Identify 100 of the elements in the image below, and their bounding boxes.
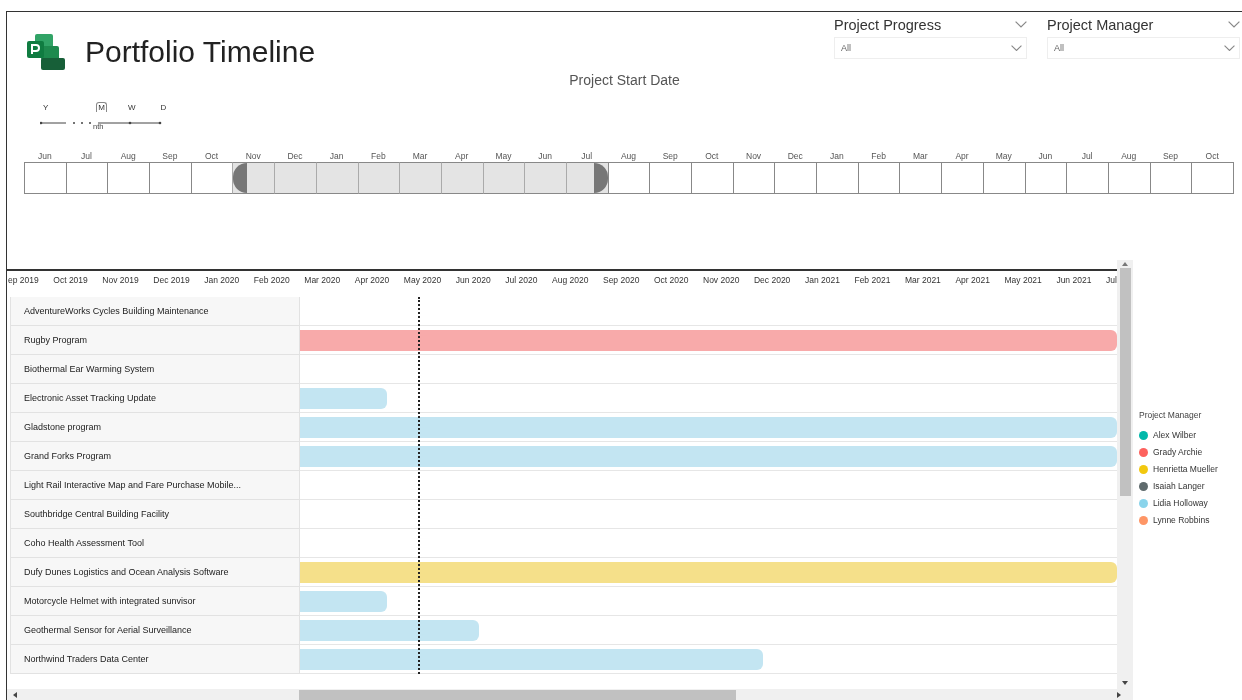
scroll-left-icon[interactable] (13, 692, 17, 698)
axis-label: Feb 2021 (854, 275, 891, 287)
month-label: Jan (829, 150, 845, 162)
month-label: Jun (37, 150, 53, 162)
axis-label: ep 2019 (8, 275, 39, 287)
month-label: Jun (537, 150, 553, 162)
month-label: Nov (745, 150, 763, 162)
chevron-down-icon (1011, 44, 1022, 52)
legend-label: Grady Archie (1153, 447, 1203, 457)
month-label: Sep (1161, 150, 1179, 162)
axis-label: Dec 2020 (753, 275, 791, 287)
month-label: Dec (786, 150, 804, 162)
month-label: Jul (1080, 150, 1094, 162)
scroll-right-icon[interactable] (1117, 692, 1121, 698)
axis-label: Jan 2021 (804, 275, 840, 287)
month-cell[interactable] (24, 162, 67, 194)
granularity-option[interactable]: D (158, 102, 169, 112)
month-cell[interactable] (691, 162, 734, 194)
month-cell[interactable] (816, 162, 859, 194)
axis-label: Nov 2020 (703, 275, 740, 287)
chevron-down-icon (1224, 44, 1235, 52)
chevron-down-icon (1228, 21, 1240, 29)
month-label: Apr (954, 150, 970, 162)
chevron-down-icon (1015, 21, 1027, 29)
slicer-title: Project Start Date (568, 72, 681, 88)
axis-label: Jan 2020 (204, 275, 240, 287)
month-cell[interactable] (440, 162, 484, 194)
legend-label: Lidia Holloway (1153, 498, 1208, 508)
scroll-down-icon[interactable] (1122, 681, 1128, 685)
month-label: Mar (912, 150, 929, 162)
axis-label: Apr 2021 (955, 275, 990, 287)
month-cell[interactable] (524, 162, 567, 194)
month-label: Mar (411, 150, 429, 162)
month-cell[interactable] (482, 162, 526, 194)
axis-label: Jun 2021 (1056, 275, 1092, 287)
axis-label: Sep 2020 (602, 275, 640, 287)
month-cell[interactable] (899, 162, 943, 194)
month-cell[interactable] (1107, 162, 1151, 194)
month-label: Dec (286, 150, 304, 162)
month-cell[interactable] (565, 162, 609, 194)
month-cell[interactable] (1149, 162, 1193, 194)
granularity-option[interactable]: W (126, 102, 138, 112)
month-label: Feb (370, 150, 387, 162)
granularity-option[interactable]: M (96, 102, 107, 112)
month-cell[interactable] (649, 162, 693, 194)
scroll-thumb[interactable] (299, 689, 736, 700)
month-label: May (494, 150, 513, 162)
project-name: Grand Forks Program (10, 442, 300, 471)
month-label: Jan (328, 150, 345, 162)
month-cell[interactable] (357, 162, 401, 194)
scroll-up-icon[interactable] (1122, 262, 1128, 266)
month-cell[interactable] (732, 162, 776, 194)
month-cell[interactable] (107, 162, 151, 194)
project-name: Northwind Traders Data Center (10, 645, 300, 674)
logo-icon (27, 34, 67, 70)
page-title: Portfolio Timeline (85, 34, 316, 70)
range-handle[interactable] (593, 163, 608, 193)
filter-dropdown[interactable]: All (834, 37, 1027, 59)
month-cell[interactable] (190, 162, 234, 194)
project-name: Dufy Dunes Logistics and Ocean Analysis Software (10, 558, 300, 587)
granularity-option[interactable]: Y (41, 102, 51, 112)
month-cell[interactable] (857, 162, 901, 194)
month-label: Jun (1037, 150, 1054, 162)
scroll-thumb[interactable] (1119, 268, 1131, 496)
month-cell[interactable] (274, 162, 317, 194)
month-cell[interactable] (232, 162, 276, 194)
month-cell[interactable] (1066, 162, 1109, 194)
filter-title: Project Manager (1047, 17, 1154, 33)
axis-label: Feb 2020 (253, 275, 290, 287)
month-label: Sep (161, 150, 179, 162)
month-label: Nov (244, 150, 262, 162)
project-name: Rugby Program (10, 326, 300, 355)
month-cell[interactable] (149, 162, 192, 194)
vertical-scrollbar[interactable] (1117, 260, 1133, 689)
month-cell[interactable] (315, 162, 359, 194)
month-cell[interactable] (607, 162, 651, 194)
range-handle[interactable] (233, 163, 248, 193)
axis-label: Mar 2020 (304, 275, 341, 287)
month-label: Feb (870, 150, 887, 162)
month-cell[interactable] (399, 162, 442, 194)
month-label: Oct (704, 150, 720, 162)
project-name: Southbridge Central Building Facility (10, 500, 300, 529)
project-name: Geothermal Sensor for Aerial Surveillance (10, 616, 300, 645)
month-label: Jul (580, 150, 594, 162)
month-cell[interactable] (774, 162, 818, 194)
legend-label: Henrietta Mueller (1153, 464, 1218, 474)
project-name: Electronic Asset Tracking Update (10, 384, 300, 413)
project-name: Coho Health Assessment Tool (10, 529, 300, 558)
month-cell[interactable] (1191, 162, 1234, 194)
project-name: Light Rail Interactive Map and Fare Purchase Mobile... (10, 471, 300, 500)
project-name: Motorcycle Helmet with integrated sunvisor (10, 587, 300, 616)
month-cell[interactable] (982, 162, 1026, 194)
month-label: Jul (80, 150, 93, 162)
month-label: Aug (119, 150, 137, 162)
legend-title: Project Manager (1139, 410, 1203, 420)
horizontal-scrollbar[interactable] (7, 689, 1133, 700)
month-cell[interactable] (65, 162, 109, 194)
filter-dropdown[interactable]: All (1047, 37, 1240, 59)
month-cell[interactable] (941, 162, 984, 194)
month-cell[interactable] (1024, 162, 1068, 194)
